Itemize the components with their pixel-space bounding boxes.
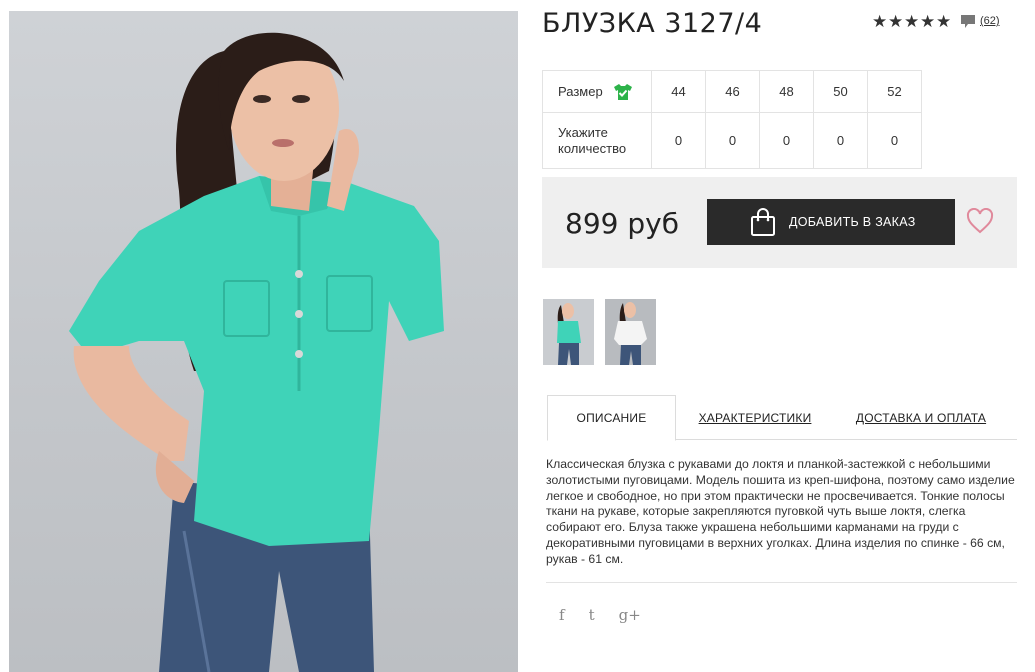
quantity-input[interactable]: 0 xyxy=(651,112,706,169)
thumbnail-turquoise[interactable] xyxy=(543,299,594,365)
tab-characteristics[interactable]: ХАРАКТЕРИСТИКИ xyxy=(695,395,815,440)
quantity-label-cell: Укажите количество xyxy=(542,112,652,169)
product-title: БЛУЗКА 3127/4 xyxy=(542,8,763,39)
product-main-image[interactable] xyxy=(9,11,518,672)
heart-icon[interactable] xyxy=(966,208,994,234)
speech-bubble-icon[interactable] xyxy=(960,13,976,29)
size-cell: 50 xyxy=(813,70,868,113)
rating-stars[interactable]: ★ ★ ★ ★ ★ xyxy=(872,13,951,30)
tab-delivery-payment[interactable]: ДОСТАВКА И ОПЛАТА xyxy=(852,395,990,440)
size-cell: 46 xyxy=(705,70,760,113)
product-tabs: ОПИСАНИЕ ХАРАКТЕРИСТИКИ ДОСТАВКА И ОПЛАТ… xyxy=(547,395,1017,441)
twitter-icon[interactable]: t xyxy=(589,606,595,624)
reviews-count-link[interactable]: (62) xyxy=(980,15,1000,27)
google-plus-icon[interactable]: g+ xyxy=(619,606,641,624)
size-table: Размер 44 46 48 50 52 Укажите количество… xyxy=(542,70,922,169)
size-label: Размер xyxy=(558,84,603,99)
quantity-input[interactable]: 0 xyxy=(705,112,760,169)
quantity-label: Укажите количество xyxy=(558,124,627,156)
product-rating[interactable]: ★ ★ ★ ★ ★ (62) xyxy=(872,13,1000,30)
quantity-input[interactable]: 0 xyxy=(813,112,868,169)
tshirt-check-icon[interactable] xyxy=(613,83,633,101)
add-to-order-button[interactable]: ДОБАВИТЬ В ЗАКАЗ xyxy=(707,199,955,245)
size-cell: 44 xyxy=(651,70,706,113)
divider xyxy=(546,582,1017,583)
facebook-icon[interactable]: f xyxy=(559,606,565,624)
price: 899 руб xyxy=(565,207,679,240)
product-description: Классическая блузка с рукавами до локтя … xyxy=(546,457,1015,566)
star-icon[interactable]: ★ xyxy=(936,13,951,30)
tab-description[interactable]: ОПИСАНИЕ xyxy=(547,395,676,441)
social-share: f t g+ xyxy=(559,606,641,624)
star-icon[interactable]: ★ xyxy=(888,13,903,30)
size-cell: 52 xyxy=(867,70,922,113)
star-icon[interactable]: ★ xyxy=(872,13,887,30)
quantity-input[interactable]: 0 xyxy=(759,112,814,169)
buy-box: 899 руб ДОБАВИТЬ В ЗАКАЗ xyxy=(542,177,1017,268)
thumbnail-white[interactable] xyxy=(605,299,656,365)
size-row: Размер 44 46 48 50 52 xyxy=(542,70,922,113)
size-cell: 48 xyxy=(759,70,814,113)
size-label-cell: Размер xyxy=(542,70,652,113)
star-icon[interactable]: ★ xyxy=(904,13,919,30)
add-to-order-label: ДОБАВИТЬ В ЗАКАЗ xyxy=(789,215,916,229)
star-icon[interactable]: ★ xyxy=(920,13,935,30)
quantity-input[interactable]: 0 xyxy=(867,112,922,169)
shopping-bag-icon xyxy=(751,208,775,236)
quantity-row: Укажите количество 0 0 0 0 0 xyxy=(542,112,922,169)
